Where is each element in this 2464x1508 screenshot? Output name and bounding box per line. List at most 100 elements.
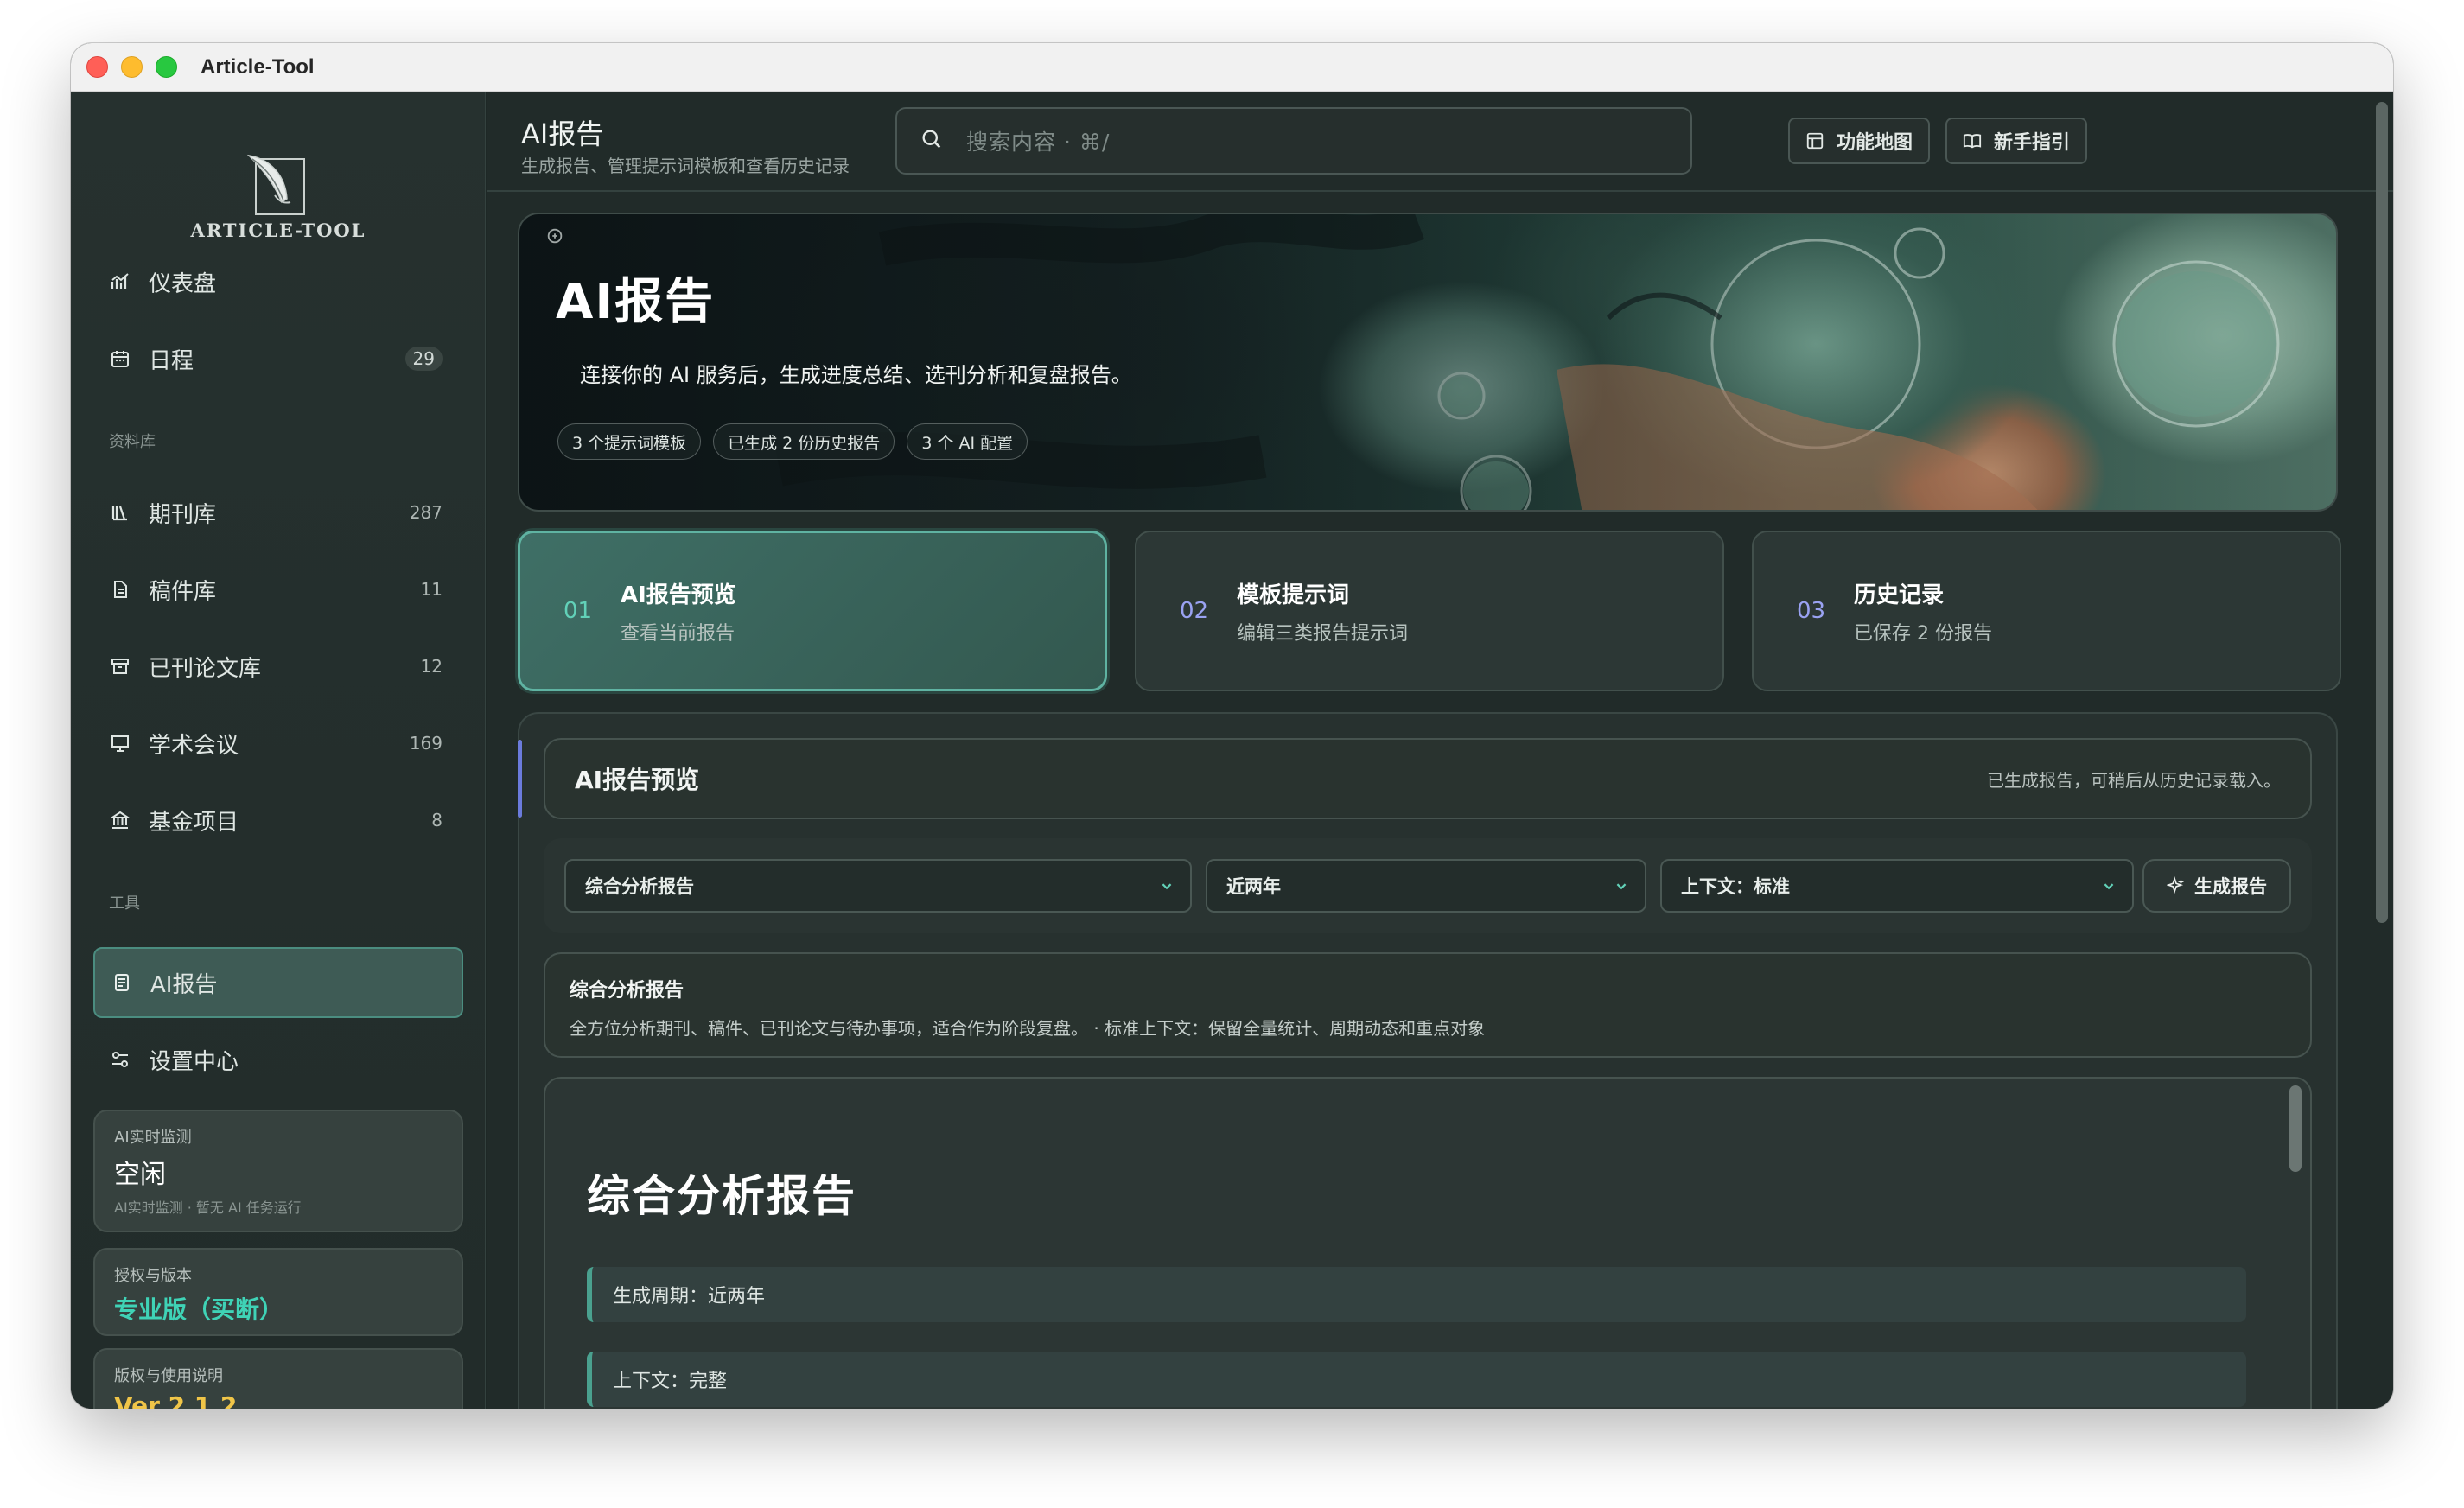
count-badge: 11 xyxy=(420,579,443,600)
info-title: 综合分析报告 xyxy=(570,980,684,1002)
sidebar-item-journals[interactable]: 期刊库 287 xyxy=(93,478,463,547)
report-controls: 综合分析报告 近两年 上下文：标准 生成报告 xyxy=(544,838,2312,933)
step-title: AI报告预览 xyxy=(621,582,736,608)
period-select[interactable]: 近两年 xyxy=(1206,859,1646,913)
search-input[interactable]: 搜索内容 · ⌘/ xyxy=(895,107,1692,175)
sidebar-item-label: AI报告 xyxy=(150,971,218,998)
title-bar: Article-Tool xyxy=(71,43,2393,92)
document-icon xyxy=(109,578,131,601)
book-open-icon xyxy=(1963,131,1982,150)
info-description: 全方位分析期刊、稿件、已刊论文与待办事项，适合作为阶段复盘。 · 标准上下文：保… xyxy=(570,1018,1486,1039)
context-select[interactable]: 上下文：标准 xyxy=(1660,859,2134,913)
generate-report-button[interactable]: 生成报告 xyxy=(2142,859,2291,913)
report-type-select[interactable]: 综合分析报告 xyxy=(564,859,1192,913)
chevron-down-icon xyxy=(1616,883,1627,890)
sidebar-item-label: 设置中心 xyxy=(149,1048,239,1075)
monitor-note: AI实时监测 · 暂无 AI 任务运行 xyxy=(114,1199,302,1216)
license-title: 授权与版本 xyxy=(114,1267,192,1285)
monitor-status: 空闲 xyxy=(114,1160,166,1190)
hero-banner: AI报告 连接你的 AI 服务后，生成进度总结、选刊分析和复盘报告。 3 个提示… xyxy=(518,213,2338,512)
sidebar-item-ai-report[interactable]: AI报告 xyxy=(93,947,463,1018)
panel-header: AI报告预览 已生成报告，可稍后从历史记录载入。 xyxy=(544,738,2312,819)
step-subtitle: 查看当前报告 xyxy=(621,622,735,645)
map-grid-icon xyxy=(1805,131,1824,150)
report-icon xyxy=(111,971,133,994)
settings-sliders-icon xyxy=(109,1048,131,1071)
app-window: Article-Tool ARTICLE-TOOL 仪表盘 日程 29 资料库 … xyxy=(71,43,2393,1409)
banner-description: 连接你的 AI 服务后，生成进度总结、选刊分析和复盘报告。 xyxy=(580,363,1132,387)
monitor-title: AI实时监测 xyxy=(114,1129,192,1147)
banner-title: AI报告 xyxy=(556,274,716,330)
main-content: AI报告 生成报告、管理提示词模板和查看历史记录 搜索内容 · ⌘/ 功能地图 … xyxy=(487,92,2393,1409)
search-placeholder: 搜索内容 · ⌘/ xyxy=(966,130,1111,155)
sidebar: ARTICLE-TOOL 仪表盘 日程 29 资料库 期刊库 287 稿件库 1… xyxy=(71,92,486,1409)
report-meta-context: 上下文：完整 xyxy=(587,1352,2246,1407)
section-label-tools: 工具 xyxy=(109,894,140,913)
report-scrollbar[interactable] xyxy=(2289,1085,2302,1172)
chip-history: 已生成 2 份历史报告 xyxy=(713,423,895,460)
guide-button[interactable]: 新手指引 xyxy=(1945,118,2088,164)
report-document[interactable]: 综合分析报告 生成周期：近两年 上下文：完整 xyxy=(544,1077,2312,1409)
page-title: AI报告 xyxy=(521,118,604,150)
step-title: 模板提示词 xyxy=(1237,582,1350,608)
sidebar-item-label: 基金项目 xyxy=(149,809,239,836)
tab-ai-report-preview[interactable]: 01 AI报告预览 查看当前报告 xyxy=(518,531,1107,691)
expand-icon[interactable] xyxy=(545,226,564,245)
sidebar-item-manuscripts[interactable]: 稿件库 11 xyxy=(93,555,463,624)
main-scrollbar[interactable] xyxy=(2376,102,2388,923)
step-number: 03 xyxy=(1797,598,1826,624)
report-type-value: 综合分析报告 xyxy=(585,876,694,897)
sidebar-item-label: 学术会议 xyxy=(149,732,239,759)
sidebar-item-funds[interactable]: 基金项目 8 xyxy=(93,786,463,855)
license-card[interactable]: 授权与版本 专业版（买断） xyxy=(93,1248,463,1336)
chart-line-icon xyxy=(109,270,131,293)
books-icon xyxy=(109,501,131,524)
chevron-down-icon xyxy=(1162,883,1172,890)
tab-template-prompts[interactable]: 02 模板提示词 编辑三类报告提示词 xyxy=(1135,531,1724,691)
count-badge: 169 xyxy=(409,733,443,754)
page-subtitle: 生成报告、管理提示词模板和查看历史记录 xyxy=(521,156,850,176)
feature-map-label: 功能地图 xyxy=(1837,132,1913,154)
step-title: 历史记录 xyxy=(1854,582,1945,608)
feature-map-button[interactable]: 功能地图 xyxy=(1788,118,1931,164)
sidebar-item-schedule[interactable]: 日程 29 xyxy=(93,324,463,393)
count-badge: 29 xyxy=(404,347,443,371)
chip-templates: 3 个提示词模板 xyxy=(557,423,702,460)
step-subtitle: 已保存 2 份报告 xyxy=(1854,622,1992,645)
panel-accent-bar xyxy=(518,740,522,818)
guide-label: 新手指引 xyxy=(1994,132,2071,154)
bank-icon xyxy=(109,809,131,831)
version-card[interactable]: 版权与使用说明 Ver 2.1.2 xyxy=(93,1348,463,1409)
sidebar-item-label: 期刊库 xyxy=(149,501,217,528)
sidebar-item-dashboard[interactable]: 仪表盘 xyxy=(93,247,463,316)
ai-monitor-card[interactable]: AI实时监测 空闲 AI实时监测 · 暂无 AI 任务运行 xyxy=(93,1110,463,1232)
generate-report-label: 生成报告 xyxy=(2194,876,2267,897)
chevron-down-icon xyxy=(2104,883,2114,890)
count-badge: 287 xyxy=(409,502,443,523)
zoom-window-button[interactable] xyxy=(156,56,177,78)
banner-chips: 3 个提示词模板 已生成 2 份历史报告 3 个 AI 配置 xyxy=(557,423,1028,460)
report-meta-period: 生成周期：近两年 xyxy=(587,1267,2246,1322)
window-title: Article-Tool xyxy=(201,55,315,79)
sidebar-item-settings[interactable]: 设置中心 xyxy=(93,1025,463,1094)
version-value: Ver 2.1.2 xyxy=(114,1391,238,1409)
step-subtitle: 编辑三类报告提示词 xyxy=(1237,622,1409,645)
page-header: AI报告 生成报告、管理提示词模板和查看历史记录 搜索内容 · ⌘/ 功能地图 … xyxy=(487,92,2393,192)
archive-icon xyxy=(109,655,131,678)
panel-title: AI报告预览 xyxy=(575,766,700,794)
tab-history[interactable]: 03 历史记录 已保存 2 份报告 xyxy=(1752,531,2341,691)
presentation-icon xyxy=(109,732,131,754)
sidebar-item-label: 仪表盘 xyxy=(149,270,217,297)
search-icon xyxy=(920,127,944,155)
close-window-button[interactable] xyxy=(86,56,108,78)
sidebar-item-label: 日程 xyxy=(149,347,194,374)
license-value: 专业版（买断） xyxy=(114,1295,284,1324)
sidebar-item-label: 稿件库 xyxy=(149,578,217,605)
sidebar-item-published[interactable]: 已刊论文库 12 xyxy=(93,632,463,701)
count-badge: 12 xyxy=(420,656,443,677)
version-title: 版权与使用说明 xyxy=(114,1367,223,1385)
app-logo: ARTICLE-TOOL xyxy=(71,150,486,241)
sidebar-item-conferences[interactable]: 学术会议 169 xyxy=(93,709,463,778)
sparkle-icon xyxy=(2167,876,2186,895)
minimize-window-button[interactable] xyxy=(121,56,143,78)
